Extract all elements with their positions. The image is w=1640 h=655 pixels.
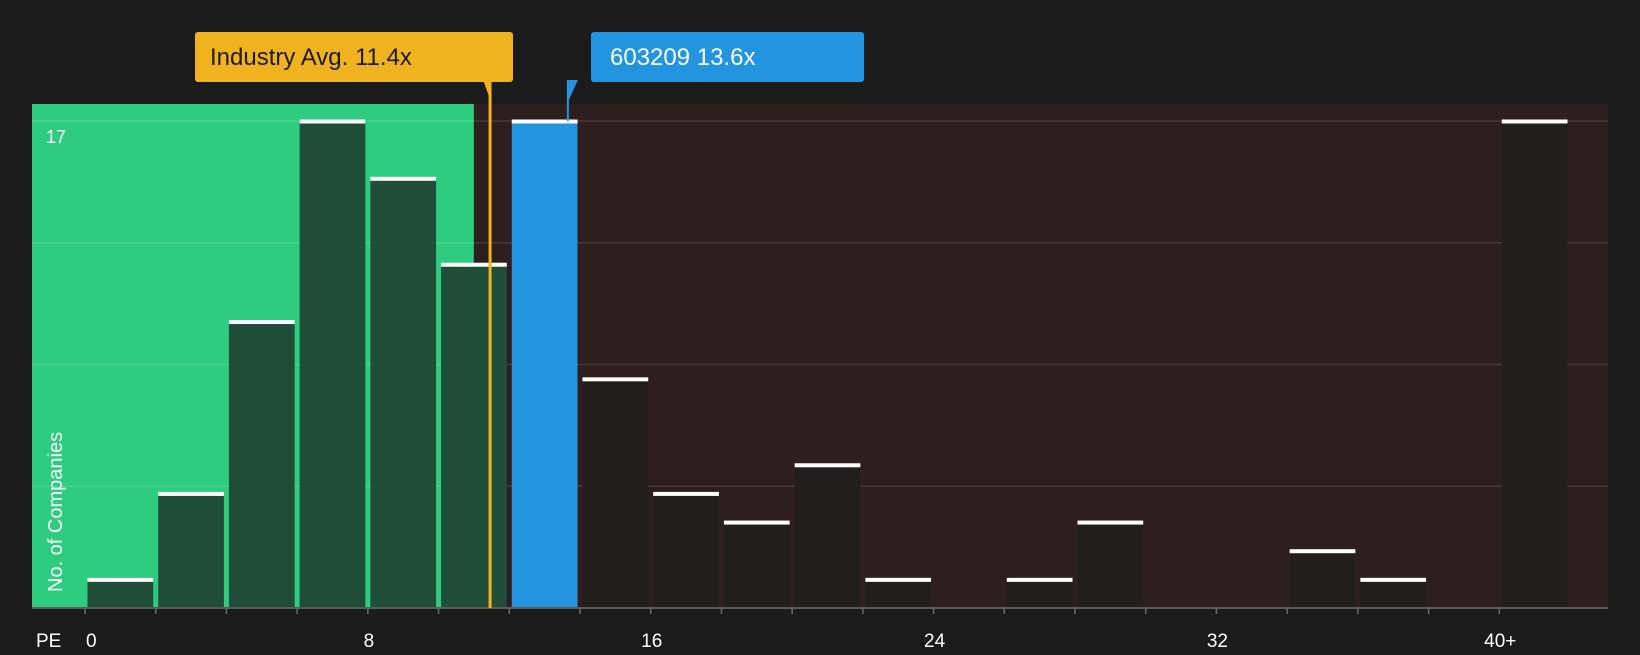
company-label: 603209 13.6x: [610, 44, 755, 71]
x-tick-label: 24: [924, 631, 946, 650]
bar-cap: [794, 463, 861, 468]
histogram-bar: [87, 579, 154, 608]
bar-cap: [653, 491, 719, 496]
histogram-bar: [582, 378, 649, 608]
histogram-bar: [723, 522, 790, 608]
bar-cap: [1077, 520, 1144, 525]
histogram-bar: [158, 493, 224, 608]
y-axis-label: No. of Companies: [45, 432, 67, 592]
histogram-bar: [1077, 522, 1144, 608]
bar-cap: [299, 119, 366, 124]
bar-cap: [1289, 549, 1356, 554]
bar-cap: [582, 377, 649, 382]
x-tick-label: 32: [1207, 631, 1228, 650]
histogram-bar: [794, 464, 861, 608]
chart-svg: 0 8 16 24 32 40+ PE 17 No. of Companies Industry …: [32, 32, 1608, 652]
bar-cap: [723, 520, 790, 525]
x-tick-label: 0: [86, 631, 97, 650]
histogram-bar: [1501, 121, 1568, 608]
bar-cap: [1501, 119, 1568, 124]
histogram-bar: [653, 493, 719, 608]
y-max-label: 17: [46, 127, 66, 147]
bar-cap: [865, 577, 932, 582]
histogram-bar: [441, 264, 507, 608]
histogram-bar: [299, 121, 366, 608]
x-tick-label: 16: [641, 631, 662, 650]
histogram-bar: [1006, 579, 1073, 608]
bar-cap: [228, 320, 295, 325]
bar-cap: [370, 176, 437, 181]
histogram-bar: [865, 579, 932, 608]
bar-cap: [87, 577, 154, 582]
x-tick-label: 40+: [1484, 631, 1516, 650]
histogram-bar: [1289, 550, 1356, 608]
pe-distribution-chart: 0 8 16 24 32 40+ PE 17 No. of Companies Industry …: [0, 0, 1640, 652]
company-pointer: [567, 80, 578, 102]
industry-avg-label: Industry Avg. 11.4x: [210, 44, 412, 71]
x-axis-unit-label: PE: [36, 631, 61, 650]
bar-cap: [158, 491, 224, 496]
histogram-bar: [1360, 579, 1427, 608]
histogram-bar: [228, 321, 295, 608]
bar-cap: [1360, 577, 1427, 582]
histogram-bar: [511, 121, 578, 608]
bar-cap: [441, 262, 507, 267]
x-tick-label: 8: [364, 631, 375, 650]
bar-cap: [1006, 577, 1073, 582]
histogram-bar: [370, 178, 437, 608]
